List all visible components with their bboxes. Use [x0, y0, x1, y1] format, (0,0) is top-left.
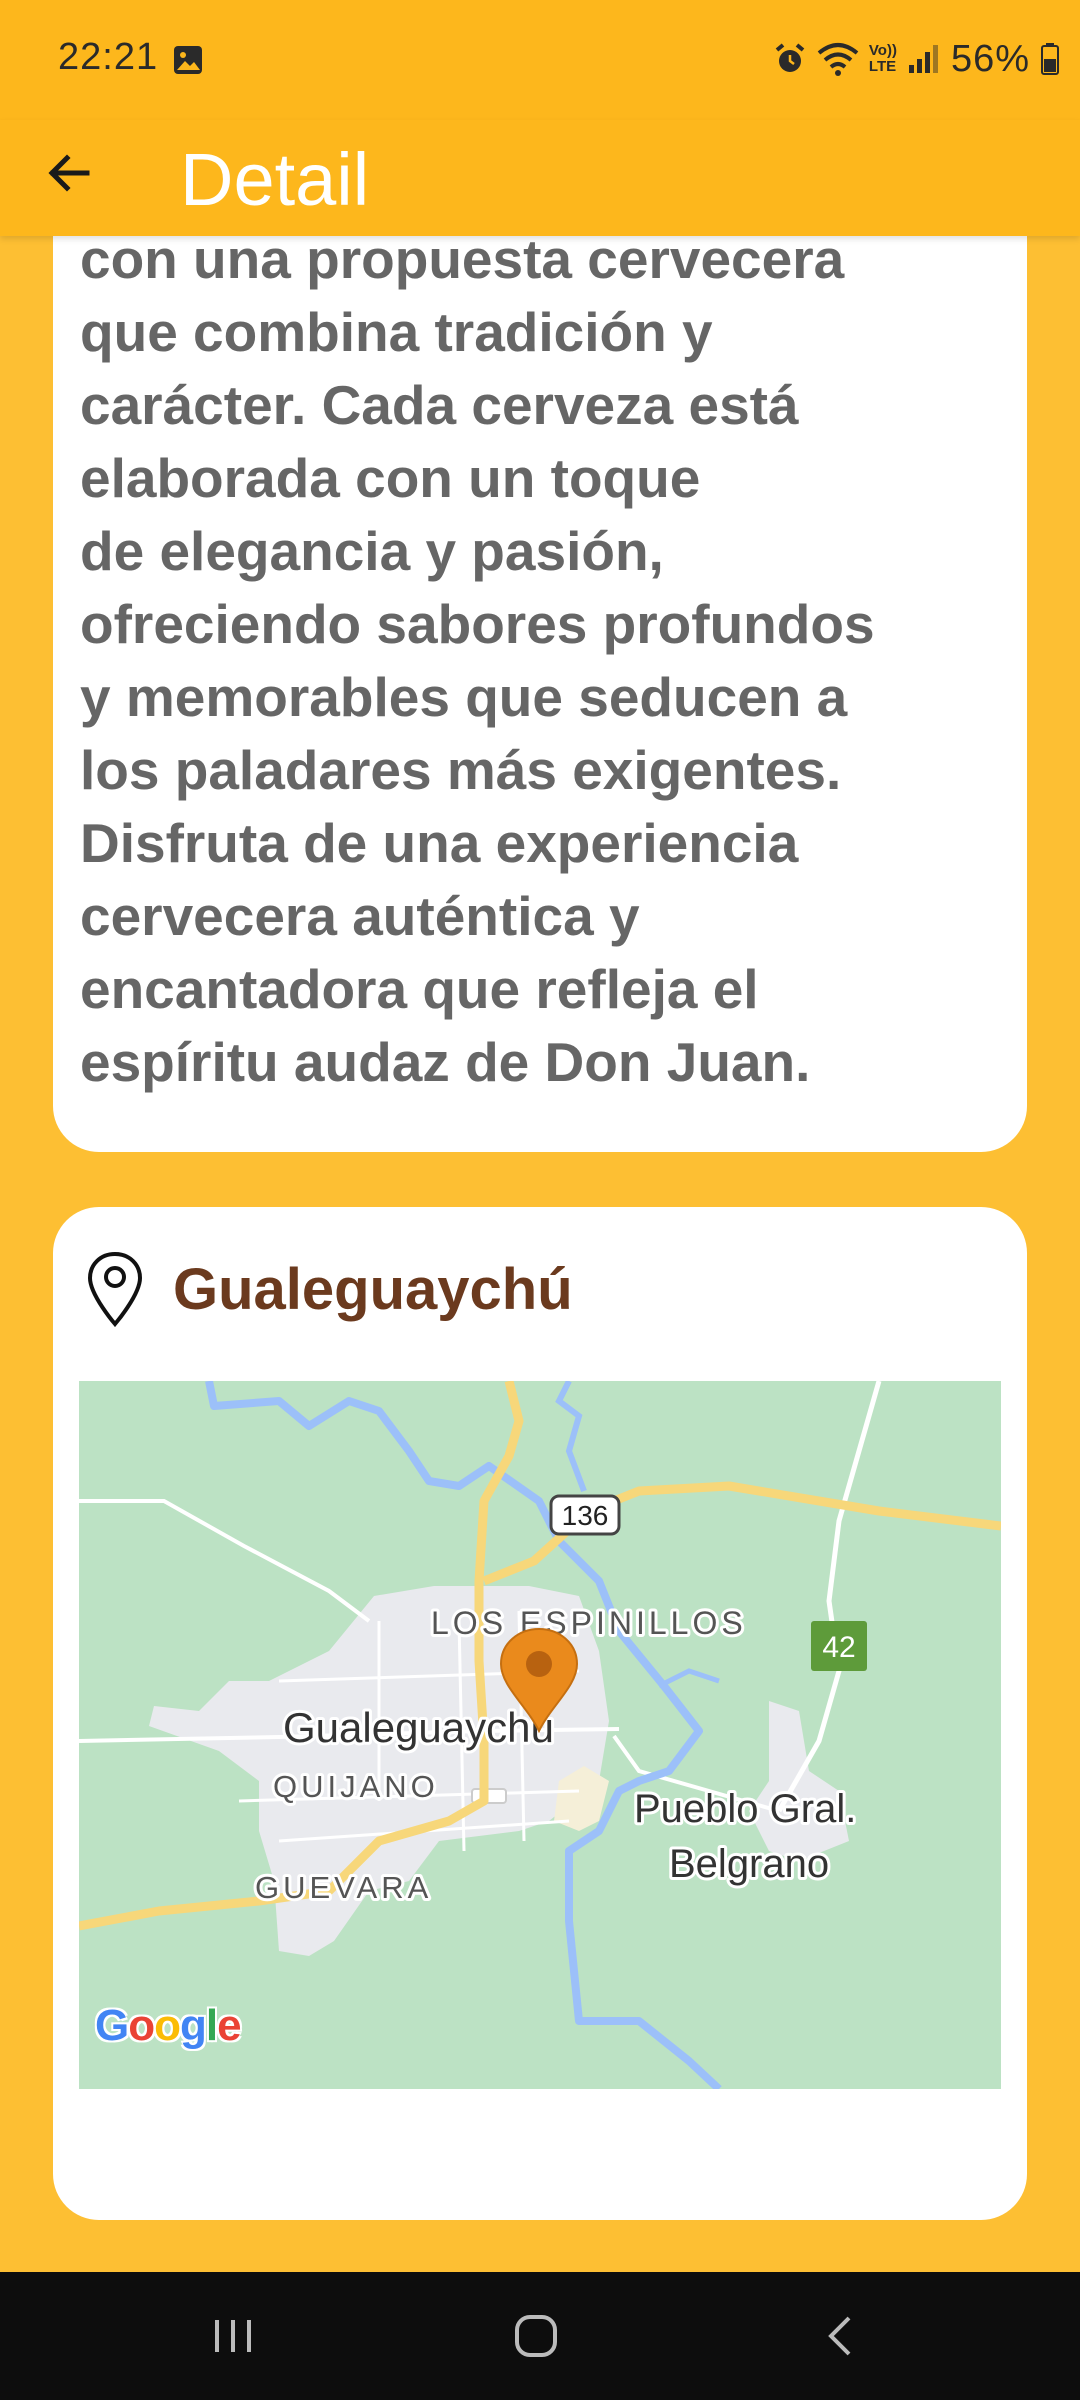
map-label-quijano: QUIJANO: [273, 1769, 439, 1804]
home-icon: [515, 2315, 557, 2357]
arrow-left-icon: [48, 154, 90, 192]
recents-icon: [215, 2320, 251, 2352]
map-label-guevara: GUEVARA: [255, 1870, 432, 1905]
wifi-icon: [817, 43, 859, 76]
home-button[interactable]: [486, 2296, 586, 2376]
battery-percent: 56%: [950, 37, 1030, 80]
back-icon: [828, 2316, 851, 2356]
location-title: Gualeguaychú: [173, 1257, 573, 1322]
alarm-icon: [775, 43, 805, 72]
nav-back-button[interactable]: [790, 2296, 890, 2376]
volte-icon: Vo)) LTE: [868, 42, 897, 75]
system-nav-bar: [0, 2272, 1080, 2400]
signal-icon: [908, 45, 938, 73]
svg-text:42: 42: [822, 1631, 855, 1664]
map-label-pueblo-line2: Belgrano: [669, 1842, 829, 1886]
image-icon: [174, 46, 202, 74]
google-logo: Google: [95, 2001, 242, 2050]
page-title: Detail: [180, 138, 370, 221]
recents-button[interactable]: [183, 2296, 283, 2376]
description-text: Descubre la magia de Don Juan con una pr…: [80, 180, 911, 1093]
map-label-pueblo-line1: Pueblo Gral.: [634, 1787, 856, 1831]
location-card: Gualeguaychú 136 42 LOS ESPINILLOS Guale…: [53, 1207, 1027, 2220]
map-label-city: Gualeguaychú: [283, 1704, 554, 1751]
description-card: Descubre la magia de Don Juan con una pr…: [53, 180, 1027, 1152]
route-136-shield: 136: [549, 1494, 621, 1536]
route-42-shield: 42: [811, 1621, 867, 1671]
app-bar: Detail: [0, 120, 1080, 236]
battery-icon: [1041, 43, 1059, 75]
status-time: 22:21: [58, 36, 159, 78]
status-bar: 22:21 Vo)) LTE 56%: [0, 0, 1080, 120]
location-pin-icon: [87, 1251, 143, 1328]
svg-text:136: 136: [562, 1500, 609, 1531]
back-button[interactable]: [36, 140, 102, 206]
map-view[interactable]: 136 42 LOS ESPINILLOS Gualeguaychú QUIJA…: [79, 1381, 1001, 2089]
status-icons: Vo)) LTE 56%: [773, 34, 1060, 84]
map-label-los-espinillos: LOS ESPINILLOS: [431, 1605, 747, 1641]
